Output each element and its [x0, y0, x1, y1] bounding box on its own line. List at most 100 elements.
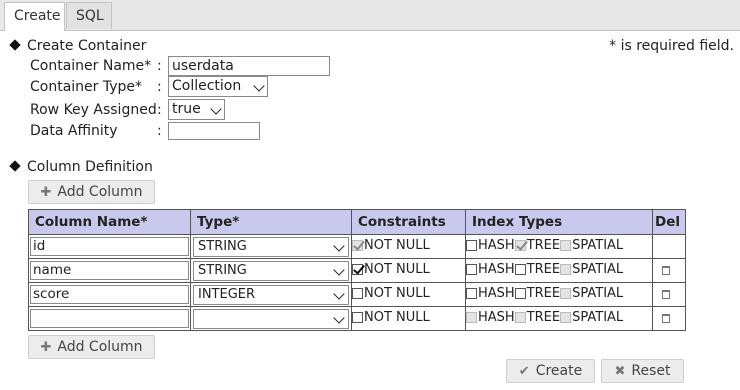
table-row: score INTEGER NOT NULL HASH TREE SPATIAL [28, 282, 686, 307]
not-null-checkbox[interactable] [352, 312, 363, 323]
type-select[interactable]: INTEGER [193, 284, 349, 305]
tree-label: TREE [526, 238, 561, 253]
not-null-option: NOT NULL [352, 262, 430, 277]
hash-option: HASH [466, 262, 515, 277]
trash-icon[interactable] [662, 266, 670, 275]
x-icon: ✖ [614, 364, 626, 379]
type-value: STRING [198, 262, 247, 278]
hash-label: HASH [478, 310, 515, 325]
spatial-label: SPATIAL [572, 286, 624, 301]
reset-label: Reset [631, 363, 671, 379]
container-name-input[interactable]: userdata [168, 56, 330, 76]
spatial-option: SPATIAL [560, 238, 623, 253]
chevron-down-icon [253, 80, 265, 92]
hash-checkbox[interactable] [466, 288, 477, 299]
table-row: name STRING NOT NULL HASH TREE SPATIAL [28, 258, 686, 283]
type-select[interactable]: STRING [193, 236, 349, 257]
not-null-label: NOT NULL [364, 262, 430, 277]
container-type-select[interactable]: Collection [168, 76, 268, 97]
not-null-checkbox[interactable] [352, 288, 363, 299]
tree-checkbox [514, 240, 526, 251]
container-type-label: Container Type* [30, 79, 143, 95]
plus-icon: ✚ [40, 185, 52, 200]
tree-option: TREE [514, 286, 561, 301]
add-column-button-bottom[interactable]: ✚ Add Column [28, 335, 155, 359]
hash-label: HASH [478, 262, 515, 277]
chevron-down-icon [333, 287, 345, 300]
tree-checkbox[interactable] [514, 288, 526, 299]
container-name-label: Container Name* [30, 58, 152, 74]
table-row: id STRING NOT NULL HASH TREE SPATIAL [28, 234, 686, 259]
spatial-option: SPATIAL [560, 310, 623, 325]
type-select[interactable]: STRING [193, 260, 349, 281]
tab-bar: Create SQL [0, 0, 740, 31]
table-row: NOT NULL HASH TREE SPATIAL [28, 306, 686, 331]
spatial-checkbox [560, 312, 572, 323]
spatial-label: SPATIAL [572, 238, 624, 253]
chevron-down-icon [210, 103, 222, 115]
spatial-checkbox [560, 264, 572, 275]
create-label: Create [535, 363, 583, 379]
tab-create[interactable]: Create [4, 2, 65, 31]
chevron-down-icon [333, 263, 345, 276]
reset-button[interactable]: ✖ Reset [601, 359, 684, 383]
hash-label: HASH [478, 286, 515, 301]
column-name-input[interactable] [30, 309, 189, 328]
hash-option: HASH [466, 286, 515, 301]
create-button[interactable]: ✔ Create [506, 359, 595, 383]
add-column-label: Add Column [57, 184, 143, 200]
check-icon: ✔ [518, 364, 530, 379]
tree-checkbox [514, 312, 526, 323]
tree-checkbox[interactable] [514, 264, 526, 275]
type-value: INTEGER [198, 286, 256, 302]
spatial-checkbox [560, 288, 572, 299]
column-definition-heading: Column Definition [9, 158, 153, 176]
hash-checkbox [466, 312, 477, 323]
not-null-option: NOT NULL [352, 310, 430, 325]
not-null-checkbox [352, 240, 363, 251]
data-affinity-label: Data Affinity [30, 123, 118, 139]
tab-sql[interactable]: SQL [66, 2, 112, 29]
trash-icon[interactable] [662, 314, 670, 323]
hash-option: HASH [466, 238, 515, 253]
container-type-value: Collection [172, 78, 242, 94]
create-container-title: Create Container [27, 38, 147, 54]
spatial-label: SPATIAL [572, 310, 624, 325]
row-key-select[interactable]: true [168, 99, 225, 120]
diamond-icon [9, 160, 21, 172]
required-note: * is required field. [609, 38, 734, 54]
hash-checkbox[interactable] [466, 240, 477, 251]
trash-icon[interactable] [662, 290, 670, 299]
add-column-button[interactable]: ✚ Add Column [28, 180, 155, 204]
create-container-heading: Create Container [9, 37, 146, 55]
column-name-header: Column Name* [28, 209, 191, 235]
type-value: STRING [198, 238, 247, 254]
colon: : [157, 79, 162, 95]
del-header: Del [652, 209, 686, 235]
type-select[interactable] [193, 308, 349, 329]
tree-option: TREE [514, 310, 561, 325]
column-name-input[interactable]: score [30, 285, 189, 304]
column-definition-title: Column Definition [27, 159, 153, 175]
row-key-value: true [172, 101, 201, 117]
diamond-icon [9, 39, 21, 51]
not-null-option: NOT NULL [352, 286, 430, 301]
tree-label: TREE [526, 286, 561, 301]
colon: : [157, 58, 162, 74]
tree-label: TREE [526, 310, 561, 325]
spatial-label: SPATIAL [572, 262, 624, 277]
plus-icon: ✚ [40, 340, 52, 355]
type-header: Type* [190, 209, 352, 235]
tree-option: TREE [514, 262, 560, 277]
table-header-row: Column Name* Type* Constraints Index Typ… [28, 209, 686, 235]
chevron-down-icon [333, 311, 345, 324]
data-affinity-input[interactable] [168, 122, 260, 140]
hash-checkbox[interactable] [466, 264, 477, 275]
chevron-down-icon [333, 239, 345, 252]
column-name-input[interactable]: id [30, 237, 189, 256]
spatial-option: SPATIAL [560, 286, 623, 301]
spatial-option: SPATIAL [560, 262, 623, 277]
column-name-input[interactable]: name [30, 261, 189, 280]
column-table: Column Name* Type* Constraints Index Typ… [28, 209, 686, 331]
not-null-checkbox[interactable] [352, 264, 363, 275]
